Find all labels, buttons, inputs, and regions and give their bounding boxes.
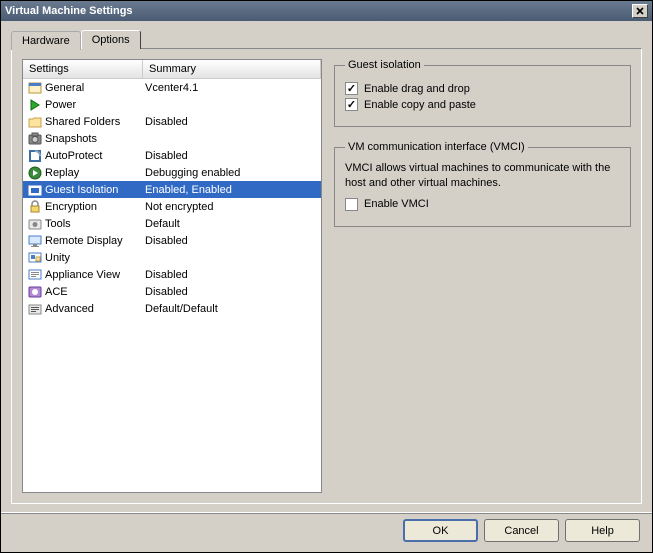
list-item-folder[interactable]: Shared FoldersDisabled — [23, 113, 321, 130]
column-summary[interactable]: Summary — [143, 60, 321, 78]
cancel-button[interactable]: Cancel — [484, 519, 559, 542]
power-icon — [27, 97, 43, 113]
guest-isolation-legend: Guest isolation — [345, 59, 424, 71]
unity-icon — [27, 250, 43, 266]
settings-list[interactable]: Settings Summary GeneralVcenter4.1PowerS… — [22, 59, 322, 493]
list-item-general[interactable]: GeneralVcenter4.1 — [23, 79, 321, 96]
list-item-advanced[interactable]: AdvancedDefault/Default — [23, 300, 321, 317]
close-button[interactable] — [632, 4, 648, 18]
list-item-appliance[interactable]: Appliance ViewDisabled — [23, 266, 321, 283]
list-item-snapshot[interactable]: Snapshots — [23, 130, 321, 147]
item-name: Advanced — [45, 303, 141, 315]
item-summary: Default — [141, 218, 321, 230]
enable-copy-paste-checkbox[interactable] — [345, 98, 358, 111]
tab-options-label: Options — [92, 34, 130, 46]
enable-vmci-checkbox[interactable] — [345, 198, 358, 211]
tab-content: Settings Summary GeneralVcenter4.1PowerS… — [11, 48, 642, 504]
item-name: ACE — [45, 286, 141, 298]
item-name: Tools — [45, 218, 141, 230]
item-summary: Vcenter4.1 — [141, 82, 321, 94]
item-name: Remote Display — [45, 235, 141, 247]
titlebar: Virtual Machine Settings — [1, 1, 652, 21]
vmci-group: VM communication interface (VMCI) VMCI a… — [334, 141, 631, 227]
item-summary: Not encrypted — [141, 201, 321, 213]
general-icon — [27, 80, 43, 96]
list-item-encryption[interactable]: EncryptionNot encrypted — [23, 198, 321, 215]
vmci-legend: VM communication interface (VMCI) — [345, 141, 528, 153]
item-summary: Disabled — [141, 116, 321, 128]
help-button[interactable]: Help — [565, 519, 640, 542]
list-item-autoprotect[interactable]: AutoProtectDisabled — [23, 147, 321, 164]
item-summary: Disabled — [141, 235, 321, 247]
list-body: GeneralVcenter4.1PowerShared FoldersDisa… — [23, 79, 321, 317]
item-name: Unity — [45, 252, 141, 264]
item-name: Power — [45, 99, 141, 111]
item-name: Guest Isolation — [45, 184, 141, 196]
item-name: AutoProtect — [45, 150, 141, 162]
list-item-isolation[interactable]: Guest IsolationEnabled, Enabled — [23, 181, 321, 198]
vm-settings-dialog: Virtual Machine Settings Hardware Option… — [0, 0, 653, 553]
tab-options[interactable]: Options — [81, 30, 141, 49]
settings-list-panel: Settings Summary GeneralVcenter4.1PowerS… — [22, 59, 322, 493]
list-item-unity[interactable]: Unity — [23, 249, 321, 266]
window-title: Virtual Machine Settings — [5, 5, 632, 17]
item-summary: Disabled — [141, 286, 321, 298]
enable-copy-paste-label: Enable copy and paste — [364, 99, 476, 111]
advanced-icon — [27, 301, 43, 317]
list-item-tools[interactable]: ToolsDefault — [23, 215, 321, 232]
enable-vmci-row[interactable]: Enable VMCI — [345, 198, 620, 211]
list-item-remote[interactable]: Remote DisplayDisabled — [23, 232, 321, 249]
snapshot-icon — [27, 131, 43, 147]
item-name: Replay — [45, 167, 141, 179]
enable-drag-drop-row[interactable]: Enable drag and drop — [345, 82, 620, 95]
tab-hardware-label: Hardware — [22, 35, 70, 47]
tab-hardware[interactable]: Hardware — [11, 31, 81, 50]
isolation-icon — [27, 182, 43, 198]
guest-isolation-group: Guest isolation Enable drag and drop Ena… — [334, 59, 631, 127]
enable-vmci-label: Enable VMCI — [364, 198, 429, 210]
item-name: Shared Folders — [45, 116, 141, 128]
details-panel: Guest isolation Enable drag and drop Ena… — [334, 59, 631, 493]
replay-icon — [27, 165, 43, 181]
item-summary: Enabled, Enabled — [141, 184, 321, 196]
tools-icon — [27, 216, 43, 232]
item-name: Appliance View — [45, 269, 141, 281]
list-header: Settings Summary — [23, 60, 321, 79]
folder-icon — [27, 114, 43, 130]
enable-drag-drop-label: Enable drag and drop — [364, 83, 470, 95]
item-summary: Default/Default — [141, 303, 321, 315]
enable-drag-drop-checkbox[interactable] — [345, 82, 358, 95]
list-item-power[interactable]: Power — [23, 96, 321, 113]
item-summary: Disabled — [141, 150, 321, 162]
tab-strip: Hardware Options — [1, 21, 652, 48]
vmci-description: VMCI allows virtual machines to communic… — [345, 161, 620, 192]
appliance-icon — [27, 267, 43, 283]
autoprotect-icon — [27, 148, 43, 164]
enable-copy-paste-row[interactable]: Enable copy and paste — [345, 98, 620, 111]
button-bar: OK Cancel Help — [1, 512, 652, 552]
item-name: Encryption — [45, 201, 141, 213]
ok-button[interactable]: OK — [403, 519, 478, 542]
column-settings[interactable]: Settings — [23, 60, 143, 78]
list-item-replay[interactable]: ReplayDebugging enabled — [23, 164, 321, 181]
remote-icon — [27, 233, 43, 249]
item-summary: Disabled — [141, 269, 321, 281]
item-summary: Debugging enabled — [141, 167, 321, 179]
close-icon — [636, 7, 644, 15]
encryption-icon — [27, 199, 43, 215]
item-name: General — [45, 82, 141, 94]
item-name: Snapshots — [45, 133, 141, 145]
ace-icon — [27, 284, 43, 300]
list-item-ace[interactable]: ACEDisabled — [23, 283, 321, 300]
